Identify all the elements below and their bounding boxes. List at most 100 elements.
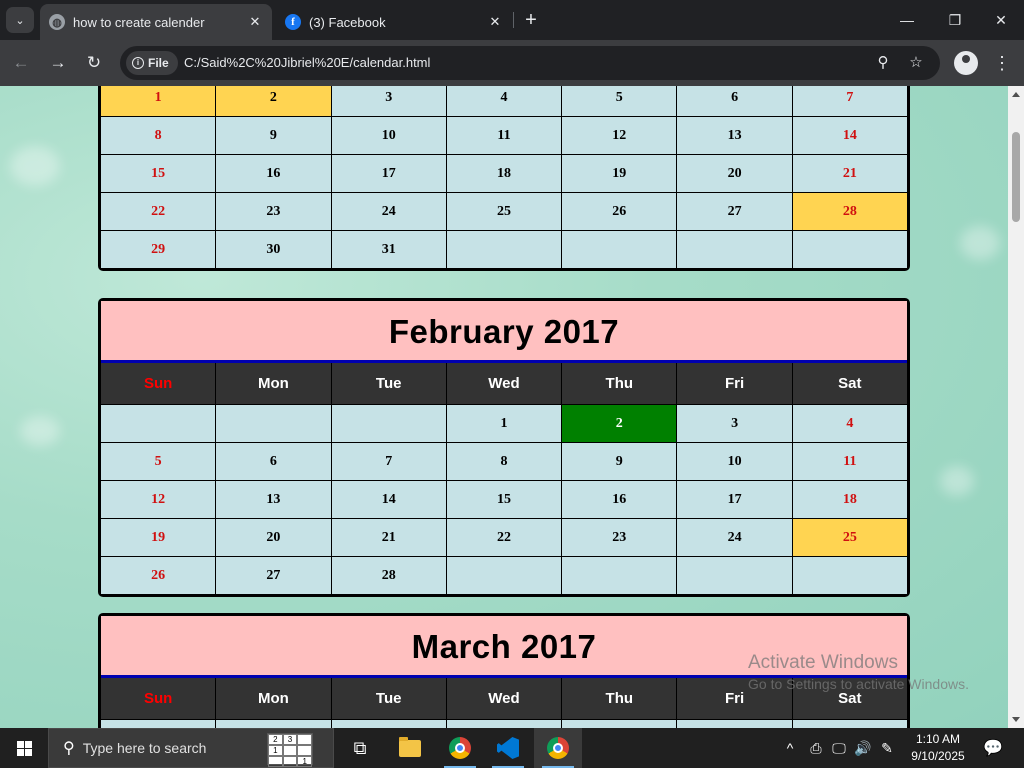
network-icon[interactable]: 🖵 bbox=[828, 728, 850, 768]
day-cell: 22 bbox=[446, 519, 562, 556]
day-cell: 23 bbox=[216, 193, 331, 230]
volume-icon[interactable]: 🔊 bbox=[852, 728, 874, 768]
puzzle-cell bbox=[282, 745, 298, 756]
background-spot bbox=[10, 146, 60, 186]
day-cell: 14 bbox=[331, 481, 446, 518]
day-cell: 14 bbox=[792, 117, 907, 154]
globe-icon: ◍ bbox=[49, 14, 65, 30]
day-cell: 10 bbox=[677, 443, 792, 480]
minimize-button[interactable]: — bbox=[884, 0, 930, 40]
address-bar[interactable]: i File C:/Said%2C%20Jibriel%20E/calendar… bbox=[120, 46, 940, 80]
day-cell: 19 bbox=[562, 155, 677, 192]
day-cell-holiday: 25 bbox=[792, 519, 907, 556]
background-spot bbox=[940, 466, 974, 496]
day-cell-holiday: 2 bbox=[216, 86, 331, 116]
task-view-icon[interactable]: ⧉ bbox=[336, 728, 384, 768]
background-spot bbox=[960, 226, 1000, 260]
new-tab-button[interactable]: + bbox=[520, 8, 542, 32]
puzzle-cell: 3 bbox=[282, 734, 298, 745]
close-window-button[interactable]: ✕ bbox=[978, 0, 1024, 40]
meet-now-icon[interactable]: ⎙ bbox=[806, 728, 826, 768]
weekday-header: Sun bbox=[101, 363, 216, 404]
calendar-grid: Sun Mon Tue Wed Thu Fri Sat 1 2 3 4 5 6 7 8 9 10 11 12 13 14… bbox=[101, 363, 907, 594]
vscode-taskbar-icon[interactable] bbox=[484, 728, 532, 768]
close-tab-icon[interactable]: ✕ bbox=[484, 14, 506, 30]
taskbar-search-box[interactable]: ⚲ Type here to search 2311 bbox=[48, 728, 334, 768]
day-cell: 27 bbox=[216, 557, 331, 594]
scroll-up-arrow-icon[interactable] bbox=[1012, 92, 1020, 97]
reload-button[interactable]: ↻ bbox=[81, 50, 107, 76]
scrollbar-thumb[interactable] bbox=[1012, 132, 1020, 222]
day-cell: 31 bbox=[331, 231, 446, 268]
tray-overflow-chevron-icon[interactable]: ^ bbox=[780, 728, 800, 768]
sudoku-search-highlight-icon: 2311 bbox=[267, 733, 313, 767]
site-info-chip[interactable]: i File bbox=[126, 51, 178, 75]
notification-icon[interactable]: 💬 bbox=[978, 728, 1008, 768]
puzzle-cell bbox=[297, 734, 312, 745]
day-cell: 15 bbox=[446, 481, 562, 518]
bookmark-star-icon[interactable]: ☆ bbox=[905, 52, 927, 74]
puzzle-cell: 1 bbox=[297, 756, 312, 767]
clock-time: 1:10 AM bbox=[915, 732, 961, 746]
day-cell bbox=[677, 557, 792, 594]
day-cell bbox=[562, 557, 677, 594]
taskbar-clock[interactable]: 1:10 AM 9/10/2025 bbox=[906, 731, 970, 765]
start-button[interactable] bbox=[0, 728, 48, 768]
day-cell: 4 bbox=[792, 405, 907, 442]
day-cell: 13 bbox=[216, 481, 331, 518]
day-cell: 21 bbox=[331, 519, 446, 556]
day-cell-today: 2 bbox=[562, 405, 677, 442]
site-info-label: File bbox=[148, 56, 169, 70]
weekday-header: Mon bbox=[216, 363, 331, 404]
tab-active[interactable]: ◍ how to create calender ✕ bbox=[40, 4, 272, 40]
weekday-header: Sat bbox=[792, 363, 907, 404]
weekday-header: Thu bbox=[562, 363, 677, 404]
page-viewport: 1 2 3 4 5 6 7 8 9 10 11 12 13 14 15 16 17 18 19 20 21 22 23 24 2… bbox=[0, 86, 1008, 728]
vscode-icon bbox=[497, 737, 519, 759]
scroll-down-arrow-icon[interactable] bbox=[1012, 717, 1020, 722]
day-cell: 29 bbox=[101, 231, 216, 268]
clock-date: 9/10/2025 bbox=[911, 749, 965, 763]
day-cell bbox=[677, 720, 792, 728]
day-cell bbox=[446, 557, 562, 594]
background-spot bbox=[20, 416, 60, 446]
day-cell: 18 bbox=[446, 155, 562, 192]
zoom-icon[interactable]: ⚲ bbox=[872, 52, 894, 74]
day-cell: 11 bbox=[792, 443, 907, 480]
chrome-taskbar-icon[interactable] bbox=[436, 728, 484, 768]
tab-search-button[interactable]: ⌄ bbox=[6, 7, 34, 33]
url-text[interactable]: C:/Said%2C%20Jibriel%20E/calendar.html bbox=[184, 55, 430, 70]
search-icon: ⚲ bbox=[63, 740, 75, 757]
taskbar: ⚲ Type here to search 2311 ⧉ ^ ⎙ 🖵 🔊 ✎ 1… bbox=[0, 728, 1024, 768]
tab-facebook[interactable]: f (3) Facebook ✕ bbox=[276, 4, 512, 40]
tab-title: how to create calender bbox=[73, 14, 205, 30]
forward-button[interactable]: → bbox=[45, 50, 71, 76]
pen-workspace-icon[interactable]: ✎ bbox=[876, 728, 898, 768]
page-scrollbar[interactable] bbox=[1008, 86, 1024, 728]
day-cell: 21 bbox=[792, 155, 907, 192]
day-cell: 8 bbox=[446, 443, 562, 480]
day-cell: 19 bbox=[101, 519, 216, 556]
day-cell: 20 bbox=[677, 155, 792, 192]
day-cell: 12 bbox=[562, 117, 677, 154]
windows-logo-icon bbox=[16, 740, 32, 756]
day-cell: 26 bbox=[101, 557, 216, 594]
browser-menu-icon[interactable]: ⋮ bbox=[992, 50, 1012, 76]
chrome-taskbar-icon-active[interactable] bbox=[534, 728, 582, 768]
weekday-header: Tue bbox=[331, 363, 446, 404]
day-cell: 9 bbox=[562, 443, 677, 480]
activate-windows-title: Activate Windows bbox=[748, 652, 898, 673]
weekday-header: Thu bbox=[562, 678, 677, 719]
day-cell: 17 bbox=[677, 481, 792, 518]
day-cell: 26 bbox=[562, 193, 677, 230]
maximize-button[interactable]: ❐ bbox=[932, 0, 978, 40]
profile-avatar-icon[interactable] bbox=[954, 51, 978, 75]
day-cell bbox=[446, 720, 562, 728]
day-cell: 8 bbox=[101, 117, 216, 154]
close-tab-icon[interactable]: ✕ bbox=[244, 14, 266, 30]
file-explorer-icon[interactable] bbox=[386, 728, 434, 768]
day-cell bbox=[101, 405, 216, 442]
weekday-header: Wed bbox=[446, 678, 562, 719]
chrome-icon bbox=[547, 737, 569, 759]
back-button[interactable]: ← bbox=[8, 50, 34, 76]
